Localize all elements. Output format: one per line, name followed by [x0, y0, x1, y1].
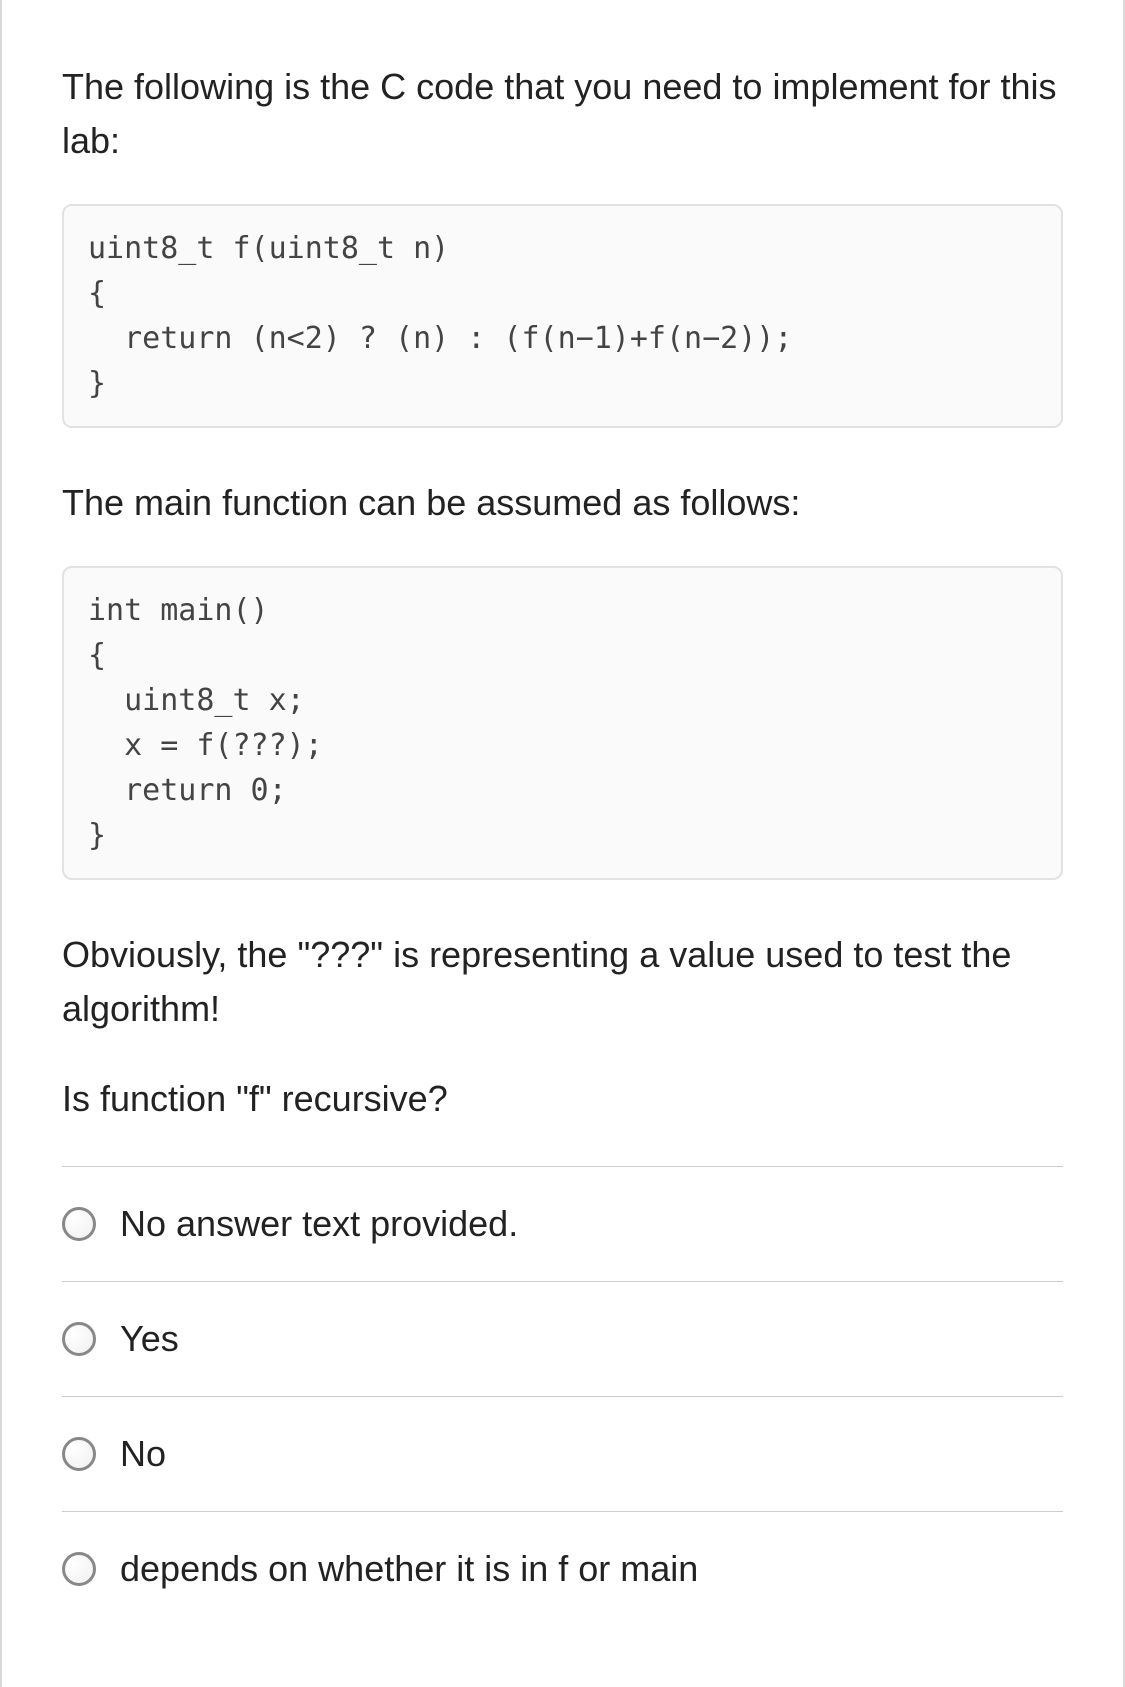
answer-option[interactable]: No [62, 1397, 1063, 1512]
code-block-main: int main() { uint8_t x; x = f(???); retu… [62, 566, 1063, 880]
radio-icon[interactable] [62, 1552, 96, 1586]
answer-label: Yes [120, 1318, 179, 1360]
answer-option[interactable]: Yes [62, 1282, 1063, 1397]
intro-paragraph: The following is the C code that you nee… [62, 60, 1063, 168]
obviously-paragraph: Obviously, the "???" is representing a v… [62, 928, 1063, 1036]
answer-label: No [120, 1433, 166, 1475]
main-note-paragraph: The main function can be assumed as foll… [62, 476, 1063, 530]
answer-label: No answer text provided. [120, 1203, 518, 1245]
answer-option[interactable]: depends on whether it is in f or main [62, 1512, 1063, 1626]
answer-list: No answer text provided. Yes No depends … [62, 1166, 1063, 1626]
question-text: Is function "f" recursive? [62, 1072, 1063, 1126]
answer-option[interactable]: No answer text provided. [62, 1167, 1063, 1282]
radio-icon[interactable] [62, 1437, 96, 1471]
radio-icon[interactable] [62, 1322, 96, 1356]
radio-icon[interactable] [62, 1207, 96, 1241]
question-card: The following is the C code that you nee… [0, 0, 1125, 1687]
code-block-f: uint8_t f(uint8_t n) { return (n<2) ? (n… [62, 204, 1063, 428]
answer-label: depends on whether it is in f or main [120, 1548, 698, 1590]
